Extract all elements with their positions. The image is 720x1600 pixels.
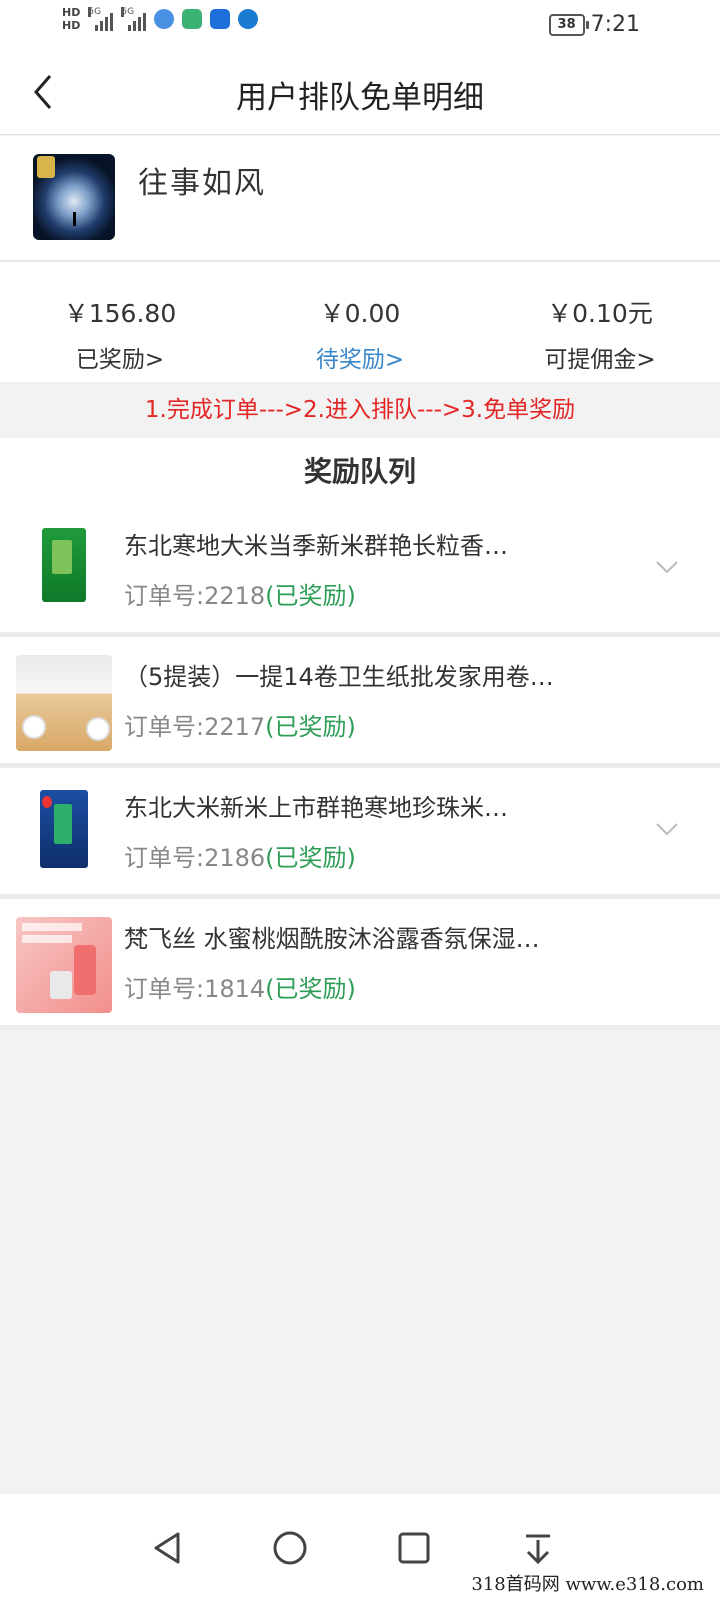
hd-indicator: HD HD [62,6,81,32]
clock: 7:21 [590,12,640,37]
product-thumbnail [16,917,112,1013]
nav-home-icon[interactable] [270,1528,310,1568]
stat-pending[interactable]: ￥0.00 待奖励> [240,262,480,382]
product-name: （5提装）一提14卷卫生纸批发家用卷… [124,663,554,691]
reward-stats: ￥156.80 已奖励> ￥0.00 待奖励> ￥0.10元 可提佣金> [0,262,720,382]
system-nav-bar: 318首码网 www.e318.com [0,1494,720,1600]
stat-label: 已奖励> [75,347,165,373]
order-number: 订单号:2217(已奖励) [124,713,356,741]
status-badge: (已奖励) [265,975,356,1003]
product-thumbnail [16,786,112,882]
product-thumbnail [16,655,112,751]
nav-back-icon[interactable] [148,1528,188,1568]
reward-queue-list: 东北寒地大米当季新米群艳长粒香… 订单号:2218(已奖励) （5提装）一提14… [0,506,720,1030]
stat-withdrawable[interactable]: ￥0.10元 可提佣金> [480,262,720,382]
order-number: 订单号:2218(已奖励) [124,582,356,610]
list-item[interactable]: 梵飞丝 水蜜桃烟酰胺沐浴露香氛保湿… 订单号:1814(已奖励) [0,899,720,1030]
signal-icon-2: 5G [121,7,147,31]
steps-banner: 1.完成订单--->2.进入排队--->3.免单奖励 [0,382,720,438]
stat-amount: ￥0.00 [319,299,401,328]
product-thumbnail [16,524,112,620]
nav-bar: 用户排队免单明细 [0,48,720,135]
status-badge: (已奖励) [265,844,356,872]
stat-label: 待奖励> [315,347,405,373]
chevron-down-icon[interactable] [656,560,678,574]
nav-notification-pull-icon[interactable] [518,1528,558,1568]
badge-icon [37,156,55,178]
app-notification-icon [238,9,259,29]
app-notification-icon [210,9,231,29]
status-bar: HD HD 5G 5G 38 7:21 [0,0,720,48]
list-item[interactable]: （5提装）一提14卷卫生纸批发家用卷… 订单号:2217(已奖励) [0,637,720,768]
avatar[interactable] [33,154,115,240]
stat-amount: ￥156.80 [63,299,177,328]
order-number: 订单号:2186(已奖励) [124,844,356,872]
stat-label: 可提佣金> [544,347,656,373]
stat-rewarded[interactable]: ￥156.80 已奖励> [0,262,240,382]
battery-icon: 38 [548,13,589,36]
list-item[interactable]: 东北大米新米上市群艳寒地珍珠米… 订单号:2186(已奖励) [0,768,720,899]
chevron-down-icon[interactable] [656,822,678,836]
watermark: 318首码网 www.e318.com [471,1574,704,1595]
user-nickname: 往事如风 [138,166,266,201]
app-notification-icon [182,9,203,29]
list-item[interactable]: 东北寒地大米当季新米群艳长粒香… 订单号:2218(已奖励) [0,506,720,637]
section-title: 奖励队列 [0,438,720,506]
signal-icon: 5G [88,7,114,31]
status-badge: (已奖励) [265,582,356,610]
user-profile: 往事如风 [0,136,720,262]
nav-recents-icon[interactable] [394,1528,434,1568]
app-notification-icon [154,9,175,29]
stat-amount: ￥0.10元 [547,299,653,328]
status-badge: (已奖励) [265,713,356,741]
page-title: 用户排队免单明细 [236,80,484,116]
product-name: 东北大米新米上市群艳寒地珍珠米… [124,794,508,822]
order-number: 订单号:1814(已奖励) [124,975,356,1003]
product-name: 东北寒地大米当季新米群艳长粒香… [124,532,508,560]
product-name: 梵飞丝 水蜜桃烟酰胺沐浴露香氛保湿… [124,925,540,953]
